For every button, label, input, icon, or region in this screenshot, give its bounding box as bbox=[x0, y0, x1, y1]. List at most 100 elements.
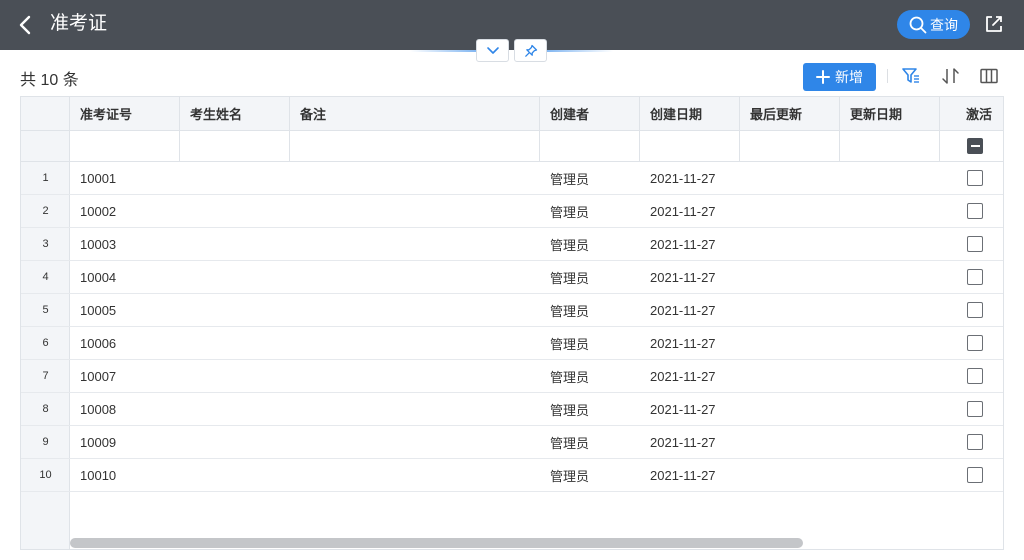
cell-created-date[interactable]: 2021-11-27 bbox=[640, 294, 740, 326]
column-header-updated-date[interactable]: 更新日期 bbox=[840, 97, 940, 130]
collapse-toggle[interactable] bbox=[476, 39, 509, 62]
cell-exam-id[interactable]: 10005 bbox=[70, 294, 180, 326]
active-checkbox[interactable] bbox=[967, 170, 983, 186]
cell-created-date[interactable]: 2021-11-27 bbox=[640, 426, 740, 458]
table-row[interactable]: 1 10001 管理员 2021-11-27 bbox=[21, 162, 1003, 195]
cell-creator[interactable]: 管理员 bbox=[540, 195, 640, 227]
cell-updated-date[interactable] bbox=[840, 393, 940, 425]
table-row[interactable]: 10 10010 管理员 2021-11-27 bbox=[21, 459, 1003, 492]
column-header-exam-id[interactable]: 准考证号 bbox=[70, 97, 180, 130]
filter-creator[interactable] bbox=[540, 131, 640, 161]
cell-created-date[interactable]: 2021-11-27 bbox=[640, 261, 740, 293]
cell-updater[interactable] bbox=[740, 195, 840, 227]
cell-exam-id[interactable]: 10010 bbox=[70, 459, 180, 491]
cell-created-date[interactable]: 2021-11-27 bbox=[640, 228, 740, 260]
cell-creator[interactable]: 管理员 bbox=[540, 261, 640, 293]
cell-updated-date[interactable] bbox=[840, 327, 940, 359]
cell-name[interactable] bbox=[180, 228, 290, 260]
cell-name[interactable] bbox=[180, 360, 290, 392]
cell-updater[interactable] bbox=[740, 426, 840, 458]
column-header-name[interactable]: 考生姓名 bbox=[180, 97, 290, 130]
active-checkbox[interactable] bbox=[967, 335, 983, 351]
cell-name[interactable] bbox=[180, 393, 290, 425]
cell-name[interactable] bbox=[180, 261, 290, 293]
table-row[interactable]: 9 10009 管理员 2021-11-27 bbox=[21, 426, 1003, 459]
query-button[interactable]: 查询 bbox=[897, 10, 970, 39]
cell-creator[interactable]: 管理员 bbox=[540, 360, 640, 392]
cell-created-date[interactable]: 2021-11-27 bbox=[640, 393, 740, 425]
active-checkbox[interactable] bbox=[967, 401, 983, 417]
cell-updated-date[interactable] bbox=[840, 426, 940, 458]
table-row[interactable]: 8 10008 管理员 2021-11-27 bbox=[21, 393, 1003, 426]
cell-updater[interactable] bbox=[740, 360, 840, 392]
cell-updater[interactable] bbox=[740, 459, 840, 491]
cell-note[interactable] bbox=[290, 195, 540, 227]
back-button[interactable] bbox=[14, 11, 38, 39]
cell-creator[interactable]: 管理员 bbox=[540, 327, 640, 359]
columns-button[interactable] bbox=[978, 65, 1000, 87]
cell-updater[interactable] bbox=[740, 393, 840, 425]
cell-created-date[interactable]: 2021-11-27 bbox=[640, 162, 740, 194]
cell-name[interactable] bbox=[180, 162, 290, 194]
horizontal-scrollbar[interactable] bbox=[70, 538, 803, 548]
cell-creator[interactable]: 管理员 bbox=[540, 393, 640, 425]
cell-updater[interactable] bbox=[740, 294, 840, 326]
active-checkbox[interactable] bbox=[967, 434, 983, 450]
table-row[interactable]: 7 10007 管理员 2021-11-27 bbox=[21, 360, 1003, 393]
filter-name[interactable] bbox=[180, 131, 290, 161]
active-checkbox[interactable] bbox=[967, 269, 983, 285]
cell-name[interactable] bbox=[180, 195, 290, 227]
cell-updated-date[interactable] bbox=[840, 360, 940, 392]
filter-created-date[interactable] bbox=[640, 131, 740, 161]
sort-button[interactable] bbox=[939, 65, 961, 87]
cell-updated-date[interactable] bbox=[840, 294, 940, 326]
cell-name[interactable] bbox=[180, 426, 290, 458]
filter-updater[interactable] bbox=[740, 131, 840, 161]
cell-creator[interactable]: 管理员 bbox=[540, 459, 640, 491]
pin-toggle[interactable] bbox=[514, 39, 547, 62]
cell-created-date[interactable]: 2021-11-27 bbox=[640, 195, 740, 227]
add-button[interactable]: 新增 bbox=[803, 63, 876, 91]
cell-updated-date[interactable] bbox=[840, 162, 940, 194]
cell-updater[interactable] bbox=[740, 162, 840, 194]
filter-note[interactable] bbox=[290, 131, 540, 161]
cell-creator[interactable]: 管理员 bbox=[540, 294, 640, 326]
filter-active-checkbox[interactable] bbox=[967, 138, 983, 154]
cell-exam-id[interactable]: 10001 bbox=[70, 162, 180, 194]
cell-exam-id[interactable]: 10002 bbox=[70, 195, 180, 227]
cell-note[interactable] bbox=[290, 228, 540, 260]
cell-note[interactable] bbox=[290, 459, 540, 491]
filter-button[interactable] bbox=[900, 65, 922, 87]
cell-updater[interactable] bbox=[740, 327, 840, 359]
table-row[interactable]: 2 10002 管理员 2021-11-27 bbox=[21, 195, 1003, 228]
cell-created-date[interactable]: 2021-11-27 bbox=[640, 459, 740, 491]
column-header-created-date[interactable]: 创建日期 bbox=[640, 97, 740, 130]
cell-updater[interactable] bbox=[740, 261, 840, 293]
cell-creator[interactable]: 管理员 bbox=[540, 426, 640, 458]
cell-exam-id[interactable]: 10007 bbox=[70, 360, 180, 392]
cell-creator[interactable]: 管理员 bbox=[540, 228, 640, 260]
cell-exam-id[interactable]: 10006 bbox=[70, 327, 180, 359]
cell-name[interactable] bbox=[180, 327, 290, 359]
cell-exam-id[interactable]: 10008 bbox=[70, 393, 180, 425]
cell-note[interactable] bbox=[290, 327, 540, 359]
cell-note[interactable] bbox=[290, 261, 540, 293]
cell-updated-date[interactable] bbox=[840, 261, 940, 293]
table-row[interactable]: 6 10006 管理员 2021-11-27 bbox=[21, 327, 1003, 360]
cell-note[interactable] bbox=[290, 393, 540, 425]
cell-updater[interactable] bbox=[740, 228, 840, 260]
column-header-active[interactable]: 激活 bbox=[940, 97, 1003, 130]
active-checkbox[interactable] bbox=[967, 203, 983, 219]
cell-exam-id[interactable]: 10003 bbox=[70, 228, 180, 260]
cell-note[interactable] bbox=[290, 294, 540, 326]
cell-note[interactable] bbox=[290, 360, 540, 392]
table-row[interactable]: 3 10003 管理员 2021-11-27 bbox=[21, 228, 1003, 261]
column-header-creator[interactable]: 创建者 bbox=[540, 97, 640, 130]
table-row[interactable]: 5 10005 管理员 2021-11-27 bbox=[21, 294, 1003, 327]
cell-exam-id[interactable]: 10009 bbox=[70, 426, 180, 458]
cell-note[interactable] bbox=[290, 426, 540, 458]
cell-updated-date[interactable] bbox=[840, 459, 940, 491]
filter-exam-id[interactable] bbox=[70, 131, 180, 161]
cell-updated-date[interactable] bbox=[840, 195, 940, 227]
cell-name[interactable] bbox=[180, 294, 290, 326]
